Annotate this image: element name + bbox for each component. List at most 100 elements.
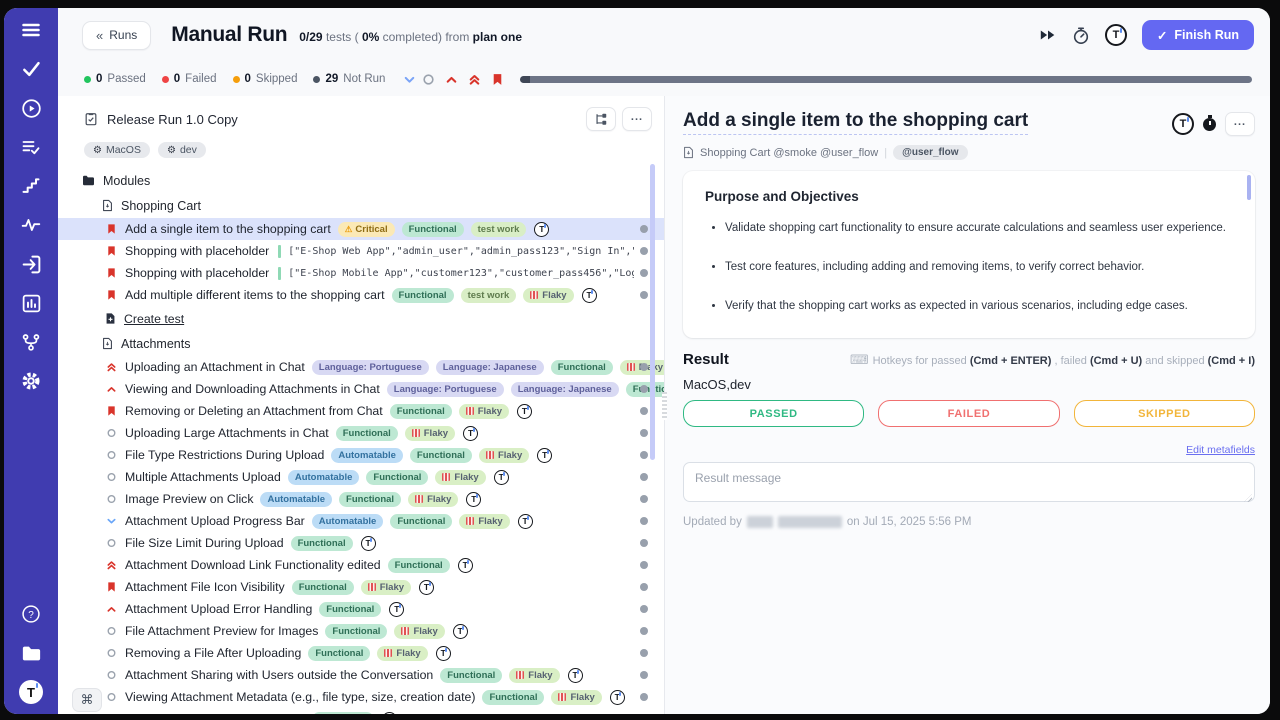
hotkeys-button[interactable]: ⌘ [72,688,102,712]
test-status-dot[interactable] [640,495,648,503]
test-row[interactable]: Attachment Upload Error HandlingFunction… [58,598,664,620]
testomat-badge-icon: T [534,222,549,237]
tree-suite-row[interactable]: Attachments [58,331,664,356]
test-status-dot[interactable] [640,583,648,591]
steps-icon[interactable] [19,174,43,198]
back-to-runs-button[interactable]: « Runs [82,21,151,50]
test-status-dot[interactable] [640,269,648,277]
tag-badge[interactable]: @user_flow [893,145,967,160]
priority-high-filter-icon[interactable] [445,73,458,86]
timer-icon[interactable] [1072,26,1090,45]
main-sidebar: ? T [4,8,58,714]
test-row[interactable]: Shopping with placeholder["E-Shop Web Ap… [58,240,664,262]
test-row[interactable]: Uploading an Attachment in ChatLanguage:… [58,356,664,378]
test-row[interactable]: Uploading Large Attachments in ChatFunct… [58,422,664,444]
test-row[interactable]: Attachment File Icon VisibilityFunctiona… [58,576,664,598]
menu-icon[interactable] [19,18,43,42]
fast-forward-icon[interactable] [1039,27,1057,43]
tree-view-button[interactable] [586,107,616,131]
test-title[interactable]: Add a single item to the shopping cart [683,110,1028,135]
edit-metafields-link[interactable]: Edit metafields [1186,444,1255,456]
test-row[interactable]: Multiple Attachments UploadAutomatableFu… [58,466,664,488]
check-icon[interactable] [19,57,43,81]
bar-chart-icon[interactable] [19,291,43,315]
activity-icon[interactable] [19,213,43,237]
test-row[interactable]: Image Preview on ClickAutomatableFunctio… [58,488,664,510]
finish-run-button[interactable]: ✓ Finish Run [1142,20,1254,50]
test-status-dot[interactable] [640,539,648,547]
test-status-dot[interactable] [640,451,648,459]
badge-functional: Functional [336,426,398,441]
result-message-input[interactable] [683,462,1255,502]
test-status-dot[interactable] [640,225,648,233]
document-icon [102,199,113,212]
gear-icon[interactable] [19,369,43,393]
testomat-badge-icon: T [453,624,468,639]
description-scrollbar[interactable] [1247,175,1251,200]
folder-icon[interactable] [19,641,43,665]
testomat-logo-icon[interactable]: T [1172,113,1194,135]
test-row[interactable]: Viewing and Downloading Attachments in C… [58,378,664,400]
test-status-dot[interactable] [640,385,648,393]
branch-icon[interactable] [19,330,43,354]
test-more-button[interactable]: ... [1225,112,1255,136]
app-logo[interactable]: T [19,680,43,704]
run-progress-summary: 0/29 tests ( 0% completed) from plan one [299,30,522,44]
tree-more-button[interactable]: ... [622,107,652,131]
badge-functional: Functional [319,602,381,617]
tree-scrollbar[interactable] [650,164,655,460]
test-parameters: ["E-Shop Web App","admin_user","admin_pa… [288,246,634,257]
test-status-dot[interactable] [640,649,648,657]
test-row[interactable]: Attachment Download Link Functionality e… [58,554,664,576]
test-status-dot[interactable] [640,473,648,481]
test-status-dot[interactable] [640,247,648,255]
list-check-icon[interactable] [19,135,43,159]
test-row[interactable]: File Type Restrictions During UploadAuto… [58,444,664,466]
priority-normal-filter-icon[interactable] [422,73,435,86]
test-row[interactable]: Add multiple different items to the shop… [58,284,664,306]
test-status-dot[interactable] [640,407,648,415]
test-row[interactable]: Viewing Attachment Metadata (e.g., file … [58,686,664,708]
help-icon[interactable]: ? [19,602,43,626]
test-status-dot[interactable] [640,671,648,679]
sign-in-icon[interactable] [19,252,43,276]
badge-functional: Functional [366,470,428,485]
stopwatch-icon[interactable] [1203,118,1216,131]
test-status-dot[interactable] [640,561,648,569]
test-row[interactable]: Removing or Deleting an Attachment from … [58,400,664,422]
panel-resize-handle[interactable] [662,392,667,420]
test-row[interactable]: File Size Limit During UploadFunctionalT [58,532,664,554]
test-row[interactable]: Attachment Sharing with Users outside th… [58,664,664,686]
tree-folder-row[interactable]: Modules [58,168,664,193]
test-row[interactable]: Add a single item to the shopping cart⚠C… [58,218,664,240]
passed-button[interactable]: PASSED [683,400,864,427]
chevron-down-icon[interactable] [403,73,416,86]
skipped-button[interactable]: SKIPPED [1074,400,1255,427]
create-test-link[interactable]: Create test [58,306,664,331]
test-status-dot[interactable] [640,627,648,635]
test-status-dot[interactable] [640,291,648,299]
tree-suite-row[interactable]: Shopping Cart [58,193,664,218]
param-marker [278,267,281,280]
run-tag[interactable]: ⚙dev [158,142,206,158]
failed-button[interactable]: FAILED [878,400,1059,427]
badge-functional: Functional [388,558,450,573]
test-status-dot[interactable] [640,517,648,525]
priority-highest-filter-icon[interactable] [468,73,481,86]
test-row[interactable]: Removing a File After UploadingFunctiona… [58,642,664,664]
test-status-dot[interactable] [640,605,648,613]
testomat-logo-icon[interactable]: T [1105,24,1127,46]
run-tag[interactable]: ⚙MacOS [84,142,150,158]
warning-icon: ⚠ [345,224,353,235]
breadcrumb-path[interactable]: Shopping Cart @smoke @user_flow [700,147,878,159]
test-status-dot[interactable] [640,429,648,437]
test-row[interactable]: Shopping with placeholder["E-Shop Mobile… [58,262,664,284]
test-status-dot[interactable] [640,363,648,371]
play-circle-icon[interactable] [19,96,43,120]
keyboard-icon: ⌨ [850,352,869,367]
test-status-dot[interactable] [640,693,648,701]
test-row[interactable]: File Attachment Preview for ImagesFuncti… [58,620,664,642]
test-row[interactable]: FunctionalT [58,708,664,714]
test-row[interactable]: Attachment Upload Progress BarAutomatabl… [58,510,664,532]
priority-important-filter-icon[interactable] [491,73,504,86]
